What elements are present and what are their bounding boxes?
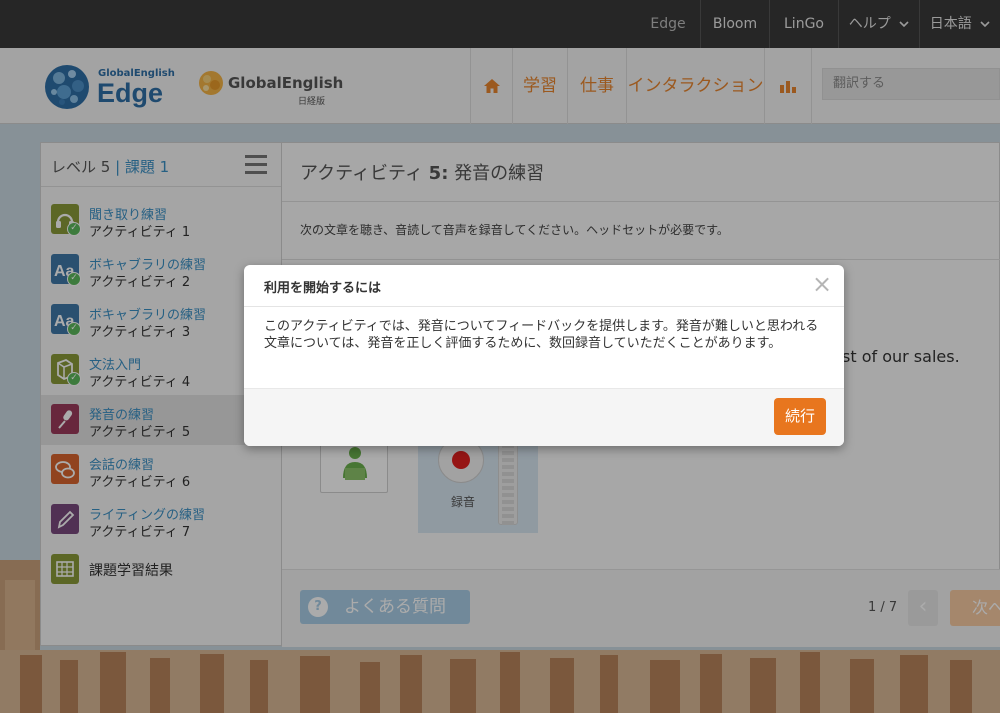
continue-button[interactable]: 続行 <box>774 398 826 435</box>
close-icon[interactable]: × <box>810 272 834 296</box>
dialog-header: 利用を開始するには × <box>244 265 844 307</box>
dialog-title: 利用を開始するには <box>264 281 382 296</box>
dialog-message: このアクティビティでは、発音についてフィードバックを提供します。発音が難しいと思… <box>264 319 819 351</box>
getting-started-dialog: 利用を開始するには × このアクティビティでは、発音についてフィードバックを提供… <box>244 265 844 446</box>
dialog-footer: 続行 <box>244 388 844 446</box>
